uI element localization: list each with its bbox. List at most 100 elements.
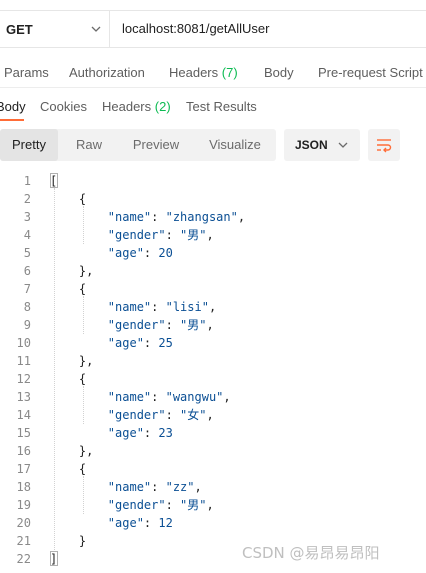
line-number: 11	[16, 354, 31, 368]
code-line: 7 {	[0, 280, 426, 298]
response-tab-cookies[interactable]: Cookies	[40, 99, 87, 114]
response-tab-test-results[interactable]: Test Results	[186, 99, 257, 114]
code-line: 10 "age": 25	[0, 334, 426, 352]
line-number: 19	[16, 498, 31, 512]
response-body[interactable]: 1[2 {3 "name": "zhangsan", 4 "gender": "男…	[0, 172, 426, 572]
tab-label: Cookies	[40, 99, 87, 114]
code-text: },	[50, 354, 94, 368]
tab-label: Params	[4, 65, 49, 80]
wrap-lines-button[interactable]	[368, 129, 400, 161]
request-tabs: Params Authorization Headers (7) Body Pr…	[0, 56, 426, 88]
code-line: 3 "name": "zhangsan",	[0, 208, 426, 226]
code-text: {	[50, 192, 87, 206]
line-number: 17	[16, 462, 31, 476]
line-number: 1	[23, 174, 31, 188]
code-line: 13 "name": "wangwu",	[0, 388, 426, 406]
line-number: 20	[16, 516, 31, 530]
code-line: 20 "age": 12	[0, 514, 426, 532]
url-input[interactable]: localhost:8081/getAllUser	[122, 21, 269, 36]
code-text: },	[50, 444, 94, 458]
chevron-down-icon	[91, 26, 101, 32]
tab-label: Headers	[169, 65, 219, 80]
line-number: 16	[16, 444, 31, 458]
line-number: 18	[16, 480, 31, 494]
line-number: 5	[23, 246, 31, 260]
top-strip	[0, 0, 426, 10]
code-line: 12 {	[0, 370, 426, 388]
line-number: 4	[23, 228, 31, 242]
tab-label: Body	[264, 65, 294, 80]
tab-label: Pre-request Script	[318, 65, 423, 80]
code-line: 2 {	[0, 190, 426, 208]
code-text: }	[50, 534, 87, 548]
chevron-down-icon	[338, 142, 348, 148]
code-text: "name": "wangwu",	[107, 390, 231, 404]
code-line: 19 "gender": "男",	[0, 496, 426, 514]
code-line: 9 "gender": "男",	[0, 316, 426, 334]
line-number: 3	[23, 210, 31, 224]
method-select[interactable]: GET	[0, 11, 110, 48]
response-tab-headers[interactable]: Headers (2)	[102, 99, 171, 114]
line-number: 15	[16, 426, 31, 440]
code-text: {	[50, 282, 87, 296]
line-number: 10	[16, 336, 31, 350]
response-headers-count: (2)	[154, 99, 171, 114]
code-line: 14 "gender": "女",	[0, 406, 426, 424]
line-number: 8	[23, 300, 31, 314]
view-preview-button[interactable]: Preview	[120, 129, 192, 161]
code-text: "gender": "男",	[107, 498, 214, 512]
view-pretty-button[interactable]: Pretty	[0, 129, 58, 161]
code-text: },	[50, 264, 94, 278]
headers-count: (7)	[221, 65, 238, 80]
code-text: "name": "zz",	[107, 480, 202, 494]
code-text: "gender": "女",	[107, 408, 214, 422]
tab-body[interactable]: Body	[264, 65, 294, 80]
code-line: 5 "age": 20	[0, 244, 426, 262]
line-number: 14	[16, 408, 31, 422]
line-number: 2	[23, 192, 31, 206]
line-number: 6	[23, 264, 31, 278]
code-text: "gender": "男",	[107, 318, 214, 332]
code-line: 1[	[0, 172, 426, 190]
code-line: 11 },	[0, 352, 426, 370]
code-text: "name": "lisi",	[107, 300, 217, 314]
line-number: 13	[16, 390, 31, 404]
code-text: "gender": "男",	[107, 228, 214, 242]
line-number: 22	[16, 552, 31, 566]
tab-authorization[interactable]: Authorization	[69, 65, 145, 80]
code-line: 8 "name": "lisi",	[0, 298, 426, 316]
response-tabs: Body Cookies Headers (2) Test Results	[0, 90, 426, 122]
tab-params[interactable]: Params	[4, 65, 49, 80]
code-text: {	[50, 372, 87, 386]
code-text: "name": "zhangsan",	[107, 210, 246, 224]
code-line: 6 },	[0, 262, 426, 280]
tab-label: Test Results	[186, 99, 257, 114]
view-mode-switch: Pretty Raw Preview Visualize	[0, 129, 276, 161]
tab-pre-request-script[interactable]: Pre-request Script	[318, 65, 423, 80]
code-line: 16 },	[0, 442, 426, 460]
code-text: "age": 20	[107, 246, 173, 260]
code-line: 4 "gender": "男",	[0, 226, 426, 244]
watermark: CSDN @易昂易昂阳	[242, 544, 380, 562]
line-number: 9	[23, 318, 31, 332]
format-select[interactable]: JSON	[284, 129, 360, 161]
view-visualize-button[interactable]: Visualize	[196, 129, 274, 161]
active-tab-underline	[0, 119, 24, 121]
tab-label: Body	[0, 99, 26, 114]
tab-headers[interactable]: Headers (7)	[169, 65, 238, 80]
code-line: 18 "name": "zz",	[0, 478, 426, 496]
wrap-lines-icon	[377, 139, 392, 153]
code-text: ]	[50, 552, 58, 566]
code-text: "age": 25	[107, 336, 173, 350]
code-line: 15 "age": 23	[0, 424, 426, 442]
code-line: 17 {	[0, 460, 426, 478]
response-tab-body[interactable]: Body	[0, 99, 26, 114]
view-raw-button[interactable]: Raw	[60, 129, 118, 161]
code-text: [	[50, 174, 58, 188]
tab-label: Headers	[102, 99, 152, 114]
line-number: 21	[16, 534, 31, 548]
format-label: JSON	[295, 138, 328, 152]
tab-label: Authorization	[69, 65, 145, 80]
line-number: 7	[23, 282, 31, 296]
code-text: "age": 12	[107, 516, 173, 530]
